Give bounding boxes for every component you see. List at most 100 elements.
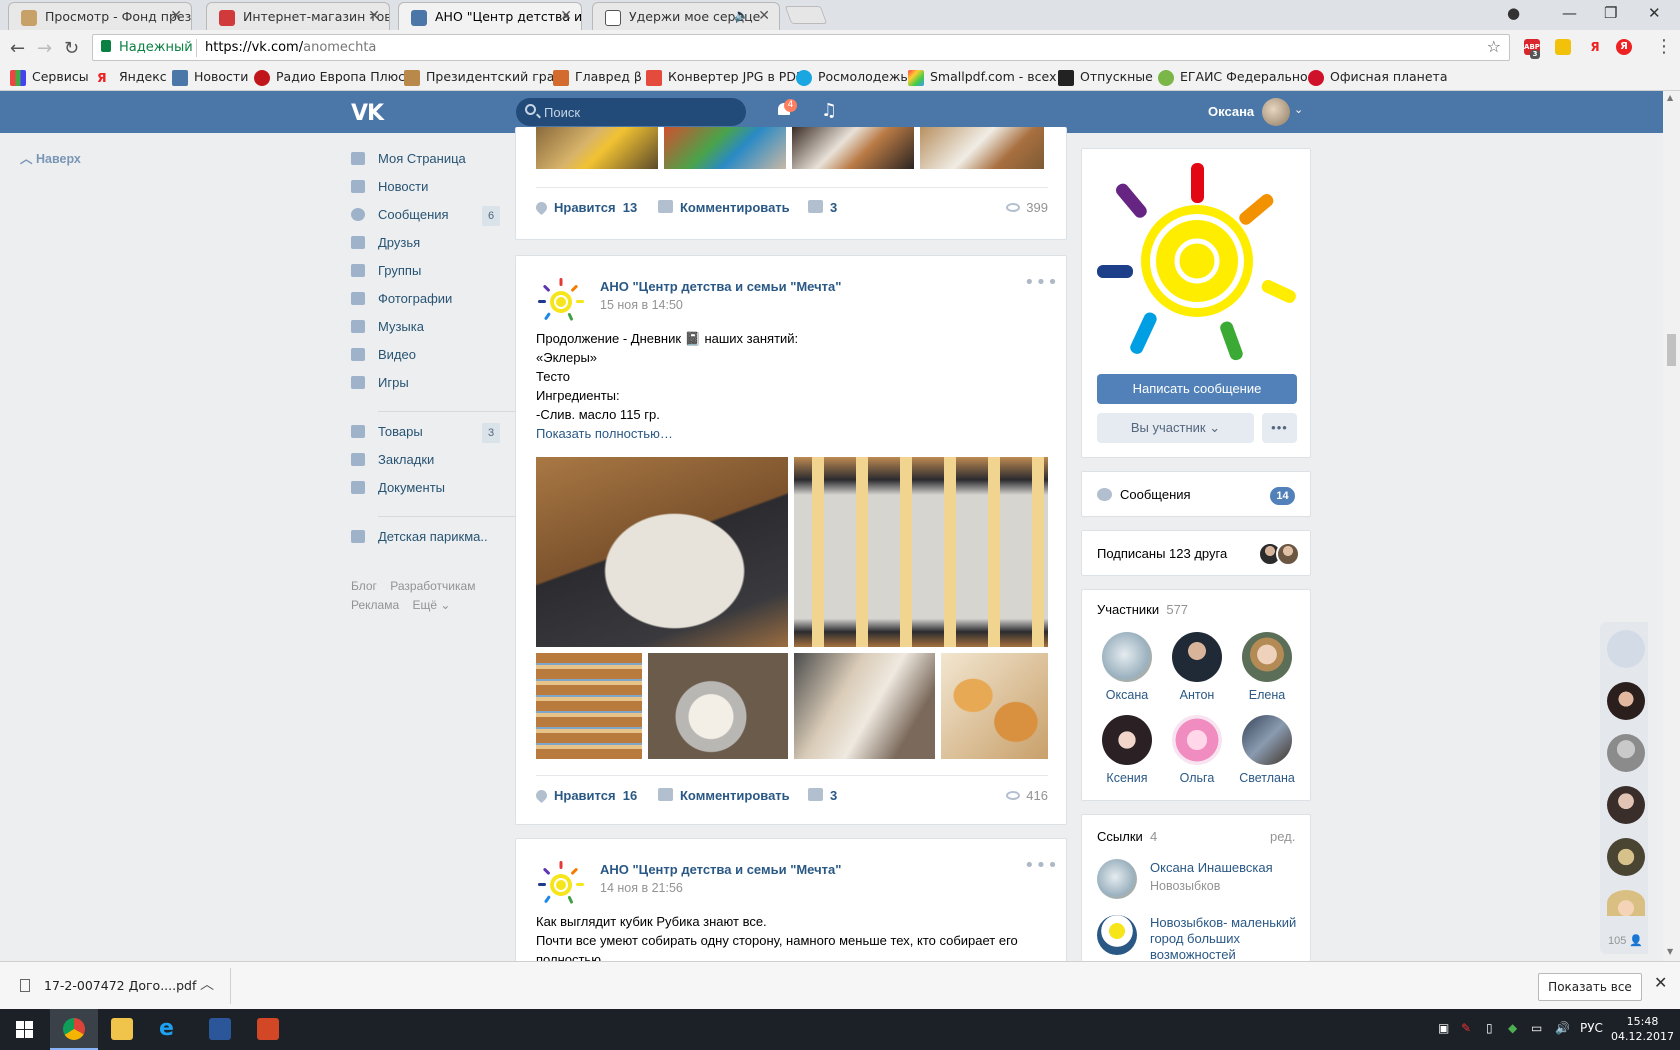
tray-icon[interactable]: ▯ bbox=[1486, 1021, 1493, 1035]
url-text[interactable]: https://vk.com/anomechta bbox=[205, 40, 376, 55]
sidebar-item-video[interactable]: Видео bbox=[350, 346, 500, 374]
post-photo[interactable] bbox=[920, 127, 1044, 169]
member-item[interactable]: Оксана bbox=[1092, 632, 1162, 702]
post-photo[interactable] bbox=[536, 653, 642, 759]
music-icon[interactable]: ♫ bbox=[821, 100, 837, 121]
sidebar-item-messages[interactable]: Сообщения 6 bbox=[350, 206, 500, 234]
group-sun-logo-icon[interactable] bbox=[1097, 161, 1297, 361]
post-author[interactable]: АНО "Центр детства и семьи "Мечта" bbox=[600, 279, 841, 294]
bookmark-item[interactable]: Радио Европа Плюс bbox=[254, 69, 405, 86]
dog-avatar-icon[interactable] bbox=[1607, 630, 1645, 668]
share-button[interactable]: 3 bbox=[808, 200, 837, 215]
browser-tab-active[interactable]: АНО "Центр детства и с ✕ bbox=[398, 2, 582, 30]
back-to-top-link[interactable]: ︿ Наверх bbox=[20, 148, 81, 167]
bookmark-item[interactable]: Новости bbox=[172, 69, 248, 86]
post-photo[interactable] bbox=[648, 653, 788, 759]
close-icon[interactable]: ✕ bbox=[1654, 973, 1667, 992]
taskbar-ie[interactable]: e bbox=[146, 1009, 194, 1050]
browser-tab[interactable]: Удержи мое сердце 🔈 ✕ bbox=[592, 2, 780, 30]
tab-close-icon[interactable]: ✕ bbox=[560, 8, 572, 24]
post-date[interactable]: 14 ноя в 21:56 bbox=[600, 881, 683, 895]
post-photo[interactable] bbox=[941, 653, 1048, 759]
post-photo[interactable] bbox=[536, 457, 788, 647]
address-bar[interactable]: Надежный https://vk.com/anomechta ☆ bbox=[92, 34, 1510, 61]
bookmark-extension-icon[interactable] bbox=[1555, 39, 1571, 55]
profile-icon[interactable]: ● bbox=[1507, 4, 1520, 22]
sidebar-item-news[interactable]: Новости bbox=[350, 178, 500, 206]
link-title[interactable]: Оксана Инашевская bbox=[1150, 860, 1273, 875]
show-more-link[interactable]: Показать полностью… bbox=[536, 424, 798, 443]
post-photo[interactable] bbox=[794, 653, 935, 759]
user-name[interactable]: Оксана bbox=[1208, 104, 1254, 119]
tab-close-icon[interactable]: ✕ bbox=[368, 8, 380, 24]
clock[interactable]: 15:48 04.12.2017 bbox=[1611, 1014, 1674, 1044]
taskbar-powerpoint[interactable] bbox=[244, 1009, 292, 1050]
yandex-circle-extension-icon[interactable]: Я bbox=[1616, 39, 1632, 55]
members-title[interactable]: Участники 577 bbox=[1097, 602, 1188, 617]
browser-tab[interactable]: Просмотр - Фонд прези ✕ bbox=[8, 2, 192, 30]
sidebar-item-music[interactable]: Музыка bbox=[350, 318, 500, 346]
sidebar-item-photos[interactable]: Фотографии bbox=[350, 290, 500, 318]
reload-icon[interactable]: ↻ bbox=[64, 38, 79, 59]
messages-block[interactable]: Сообщения 14 bbox=[1081, 471, 1311, 517]
links-title[interactable]: Ссылки 4 bbox=[1097, 829, 1157, 844]
ads-link[interactable]: Реклама bbox=[351, 598, 399, 612]
taskbar-chrome[interactable] bbox=[50, 1009, 98, 1050]
start-button[interactable] bbox=[0, 1009, 48, 1050]
avatar[interactable] bbox=[1607, 734, 1645, 772]
member-item[interactable]: Ольга bbox=[1162, 715, 1232, 785]
avatar[interactable] bbox=[1607, 786, 1645, 824]
post-photo[interactable] bbox=[664, 127, 786, 169]
minimize-button[interactable]: — bbox=[1562, 4, 1577, 22]
sidebar-item-my-page[interactable]: Моя Страница bbox=[350, 150, 500, 178]
post-author[interactable]: АНО "Центр детства и семьи "Мечта" bbox=[600, 862, 841, 877]
avatar[interactable] bbox=[1097, 915, 1137, 955]
search-input[interactable] bbox=[544, 103, 739, 121]
network-icon[interactable]: ▭ bbox=[1531, 1021, 1542, 1035]
comment-button[interactable]: Комментировать bbox=[658, 788, 790, 803]
edit-links-link[interactable]: ред. bbox=[1270, 829, 1295, 844]
post-photo[interactable] bbox=[792, 127, 914, 169]
show-all-downloads-button[interactable]: Показать все bbox=[1538, 973, 1642, 1001]
browser-tab[interactable]: Интернет-магазин това ✕ bbox=[206, 2, 390, 30]
like-button[interactable]: Нравится 13 bbox=[533, 199, 637, 216]
tray-icon[interactable]: ✎ bbox=[1461, 1021, 1471, 1035]
sidebar-item-goods[interactable]: Товары 3 bbox=[350, 423, 500, 451]
bookmark-item[interactable]: Президентский гран bbox=[404, 69, 563, 86]
sidebar-item-friends[interactable]: Друзья bbox=[350, 234, 500, 262]
bookmark-item[interactable]: Главред β bbox=[553, 69, 642, 86]
group-avatar-sun-icon[interactable] bbox=[536, 859, 586, 909]
bookmark-item[interactable]: Офисная планета bbox=[1308, 69, 1447, 86]
more-options-icon[interactable]: ••• bbox=[1024, 272, 1059, 293]
forward-arrow-icon[interactable]: → bbox=[37, 38, 52, 59]
like-button[interactable]: Нравится 16 bbox=[533, 787, 637, 804]
developers-link[interactable]: Разработчикам bbox=[390, 579, 475, 593]
bookmark-item[interactable]: Конвертер JPG в PDF bbox=[646, 69, 803, 86]
vk-logo[interactable]: VK bbox=[351, 101, 384, 126]
bookmark-item[interactable]: Сервисы bbox=[10, 69, 89, 86]
sidebar-item-games[interactable]: Игры bbox=[350, 374, 500, 402]
bookmark-item[interactable]: Smallpdf.com - всех bbox=[908, 69, 1057, 86]
sidebar-item-groups[interactable]: Группы bbox=[350, 262, 500, 290]
page-scrollbar[interactable]: ▲ ▼ bbox=[1663, 91, 1680, 961]
write-message-button[interactable]: Написать сообщение bbox=[1097, 374, 1297, 404]
friends-subscribed-block[interactable]: Подписаны 123 друга bbox=[1081, 530, 1311, 576]
member-item[interactable]: Антон bbox=[1162, 632, 1232, 702]
taskbar-word[interactable] bbox=[196, 1009, 244, 1050]
member-item[interactable]: Ксения bbox=[1092, 715, 1162, 785]
sidebar-item-documents[interactable]: Документы bbox=[350, 479, 500, 507]
more-link[interactable]: Ещё ⌄ bbox=[412, 598, 450, 612]
scroll-up-icon[interactable]: ▲ bbox=[1667, 93, 1673, 102]
sidebar-item-bookmarks[interactable]: Закладки bbox=[350, 451, 500, 479]
sidebar-item-group-link[interactable]: Детская парикма.. bbox=[350, 528, 500, 556]
chevron-down-icon[interactable]: ⌄ bbox=[1294, 103, 1303, 116]
back-arrow-icon[interactable]: ← bbox=[10, 38, 25, 59]
downloaded-file[interactable]: 17-2-007472 Дого....pdf bbox=[20, 978, 196, 993]
bookmark-star-icon[interactable]: ☆ bbox=[1487, 37, 1501, 56]
avatar[interactable] bbox=[1607, 682, 1645, 720]
new-tab-button[interactable] bbox=[784, 6, 828, 24]
close-window-button[interactable]: ✕ bbox=[1648, 4, 1661, 22]
post-photo[interactable] bbox=[794, 457, 1048, 647]
tab-close-icon[interactable]: ✕ bbox=[758, 8, 770, 24]
scroll-thumb[interactable] bbox=[1667, 334, 1676, 366]
